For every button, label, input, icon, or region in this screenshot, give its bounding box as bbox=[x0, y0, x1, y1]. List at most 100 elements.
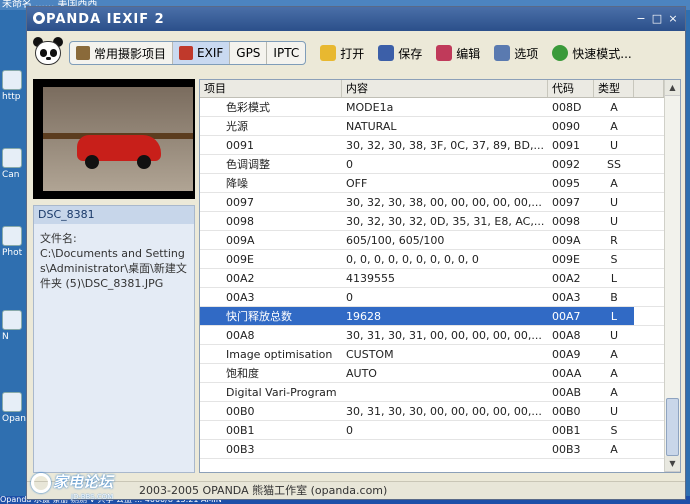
desktop-icon[interactable]: Opan bbox=[2, 392, 28, 424]
image-thumbnail[interactable] bbox=[33, 79, 195, 199]
toolbar: 常用摄影项目 EXIF GPS IPTC 打开 保存 编辑 选项 快速模式... bbox=[27, 31, 685, 75]
table-row[interactable]: Image optimisation CUSTOM 00A9 A bbox=[200, 345, 680, 364]
cell-item: 00B0 bbox=[226, 405, 255, 418]
watermark-url: JD-BBS.COM bbox=[71, 493, 114, 501]
cell-filler bbox=[634, 98, 664, 116]
cell-type: S bbox=[610, 424, 618, 437]
tab-common-photo[interactable]: 常用摄影项目 bbox=[70, 42, 174, 64]
table-row[interactable]: 00A2 4139555 00A2 L bbox=[200, 269, 680, 288]
table-row[interactable]: 色调调整 0 0092 SS bbox=[200, 155, 680, 174]
cell-item: Digital Vari-Program bbox=[226, 386, 337, 399]
cell-type: A bbox=[610, 367, 618, 380]
table-row[interactable]: 0097 30, 32, 30, 38, 00, 00, 00, 00, 00,.… bbox=[200, 193, 680, 212]
quick-mode-button[interactable]: 快速模式... bbox=[552, 45, 632, 62]
table-row[interactable]: Digital Vari-Program 00AB A bbox=[200, 383, 680, 402]
cell-filler bbox=[634, 288, 664, 306]
table-header: 项目 内容 代码 类型 bbox=[200, 80, 680, 98]
table-row[interactable]: 光源 NATURAL 0090 A bbox=[200, 117, 680, 136]
scroll-up-arrow-icon[interactable]: ▲ bbox=[665, 80, 680, 96]
tab-exif[interactable]: EXIF bbox=[173, 42, 231, 64]
cell-filler bbox=[634, 326, 664, 344]
close-button[interactable]: × bbox=[667, 12, 679, 26]
cell-type: L bbox=[594, 307, 634, 325]
column-header-content[interactable]: 内容 bbox=[342, 80, 548, 97]
cell-content: 0 bbox=[346, 291, 353, 304]
cell-item: 光源 bbox=[226, 120, 248, 133]
cell-type: A bbox=[610, 101, 618, 114]
shortcut-icon bbox=[2, 392, 22, 412]
table-row[interactable]: 00B3 00B3 A bbox=[200, 440, 680, 459]
table-row[interactable]: 00A3 0 00A3 B bbox=[200, 288, 680, 307]
cell-content: 4139555 bbox=[346, 272, 395, 285]
cell-filler bbox=[634, 212, 664, 230]
cell-content: 0, 0, 0, 0, 0, 0, 0, 0, 0, 0 bbox=[346, 253, 479, 266]
cell-type: B bbox=[610, 291, 618, 304]
desktop-icon[interactable]: Can bbox=[2, 148, 28, 180]
column-header-filler bbox=[634, 80, 664, 97]
cell-content: OFF bbox=[346, 177, 368, 190]
tab-iptc[interactable]: IPTC bbox=[267, 42, 305, 64]
table-row[interactable]: 00A8 30, 31, 30, 31, 00, 00, 00, 00, 00,.… bbox=[200, 326, 680, 345]
edit-button[interactable]: 编辑 bbox=[436, 45, 480, 62]
cell-item: 00A8 bbox=[226, 329, 255, 342]
cell-type: U bbox=[609, 139, 619, 152]
cell-item: 色调调整 bbox=[226, 158, 270, 171]
scroll-down-arrow-icon[interactable]: ▼ bbox=[665, 456, 680, 472]
file-path: C:\Documents and Settings\Administrator\… bbox=[40, 247, 187, 290]
table-row[interactable]: 0091 30, 32, 30, 38, 3F, 0C, 37, 89, BD,.… bbox=[200, 136, 680, 155]
tab-gps[interactable]: GPS bbox=[230, 42, 268, 64]
logo-o-icon bbox=[33, 11, 45, 24]
table-row[interactable]: 色彩模式 MODE1a 008D A bbox=[200, 98, 680, 117]
cell-code: 009E bbox=[552, 253, 580, 266]
desktop-icon[interactable]: http bbox=[2, 70, 28, 102]
cell-content: NATURAL bbox=[346, 120, 397, 133]
options-button[interactable]: 选项 bbox=[494, 45, 538, 62]
table-row[interactable]: 饱和度 AUTO 00AA A bbox=[200, 364, 680, 383]
cell-type: A bbox=[610, 120, 618, 133]
save-button[interactable]: 保存 bbox=[378, 45, 422, 62]
maximize-button[interactable]: □ bbox=[651, 12, 663, 26]
cell-code: 00B3 bbox=[552, 443, 581, 456]
column-header-type[interactable]: 类型 bbox=[594, 80, 634, 97]
edit-icon bbox=[436, 45, 453, 61]
cell-code: 0095 bbox=[552, 177, 580, 190]
desktop-icon[interactable]: Phot bbox=[2, 226, 28, 258]
cell-item: 0097 bbox=[226, 196, 254, 209]
table-row[interactable]: 降噪 OFF 0095 A bbox=[200, 174, 680, 193]
cell-content: AUTO bbox=[346, 367, 377, 380]
column-header-item[interactable]: 项目 bbox=[200, 80, 342, 97]
cell-item: 0098 bbox=[226, 215, 254, 228]
watermark-logo: 家电论坛 JD-BBS.COM bbox=[31, 469, 151, 503]
table-row[interactable]: 0098 30, 32, 30, 32, 0D, 35, 31, E8, AC,.… bbox=[200, 212, 680, 231]
left-panel: DSC_8381 文件名: C:\Documents and Settings\… bbox=[33, 79, 195, 473]
cell-content: 30, 32, 30, 32, 0D, 35, 31, E8, AC,... bbox=[346, 215, 545, 228]
cell-code: 0098 bbox=[552, 215, 580, 228]
column-header-code[interactable]: 代码 bbox=[548, 80, 594, 97]
cell-type: U bbox=[609, 196, 619, 209]
scroll-thumb[interactable] bbox=[666, 398, 679, 456]
cell-content: MODE1a bbox=[346, 101, 394, 114]
table-row[interactable]: 00B1 0 00B1 S bbox=[200, 421, 680, 440]
watermark-title: 家电论坛 bbox=[53, 473, 114, 491]
cell-code: 00AB bbox=[552, 386, 582, 399]
table-row[interactable]: 009A 605/100, 605/100 009A R bbox=[200, 231, 680, 250]
cell-item: 00A2 bbox=[226, 272, 255, 285]
cell-item: 降噪 bbox=[226, 177, 248, 190]
open-button[interactable]: 打开 bbox=[320, 45, 364, 62]
cell-code: 00A7 bbox=[548, 307, 594, 325]
cell-filler bbox=[634, 421, 664, 439]
vertical-scrollbar[interactable]: ▲ ▼ bbox=[664, 80, 680, 472]
cell-filler bbox=[634, 117, 664, 135]
table-row[interactable]: 00B0 30, 31, 30, 30, 00, 00, 00, 00, 00,.… bbox=[200, 402, 680, 421]
cell-filler bbox=[634, 231, 664, 249]
opanda-iexif-window: PANDA IEXIF 2 − □ × 常用摄影项目 EXIF GPS IPTC… bbox=[26, 6, 686, 503]
photo-icon bbox=[76, 46, 90, 60]
save-disk-icon bbox=[378, 45, 395, 61]
cell-item: 009A bbox=[226, 234, 255, 247]
table-row[interactable]: 快门释放总数 19628 00A7 L bbox=[200, 307, 680, 326]
minimize-button[interactable]: − bbox=[635, 12, 647, 26]
app-logo: PANDA IEXIF 2 bbox=[33, 11, 165, 27]
title-bar[interactable]: PANDA IEXIF 2 − □ × bbox=[27, 7, 685, 31]
table-row[interactable]: 009E 0, 0, 0, 0, 0, 0, 0, 0, 0, 0 009E S bbox=[200, 250, 680, 269]
desktop-icon[interactable]: N bbox=[2, 310, 28, 342]
